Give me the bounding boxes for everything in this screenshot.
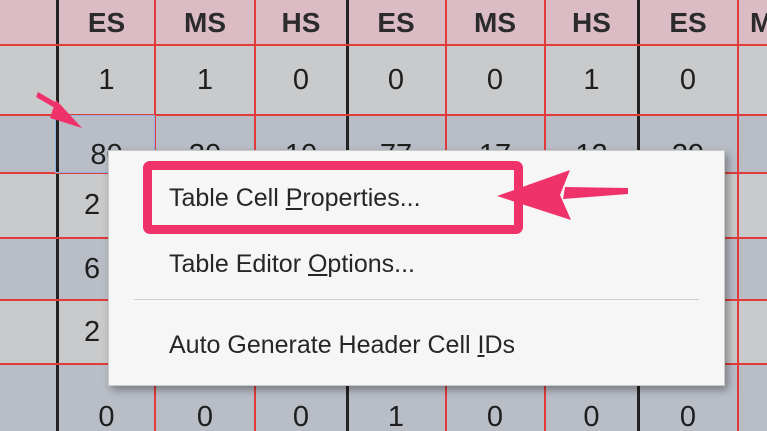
table-editor-screenshot: ES MS HS ES MS HS ES M 1 1 0 0 0 1 0 80 … [0,0,767,431]
arrow-to-cell-icon [36,92,82,128]
annotation-arrows [36,92,628,220]
arrow-to-menu-item-icon [497,170,628,220]
